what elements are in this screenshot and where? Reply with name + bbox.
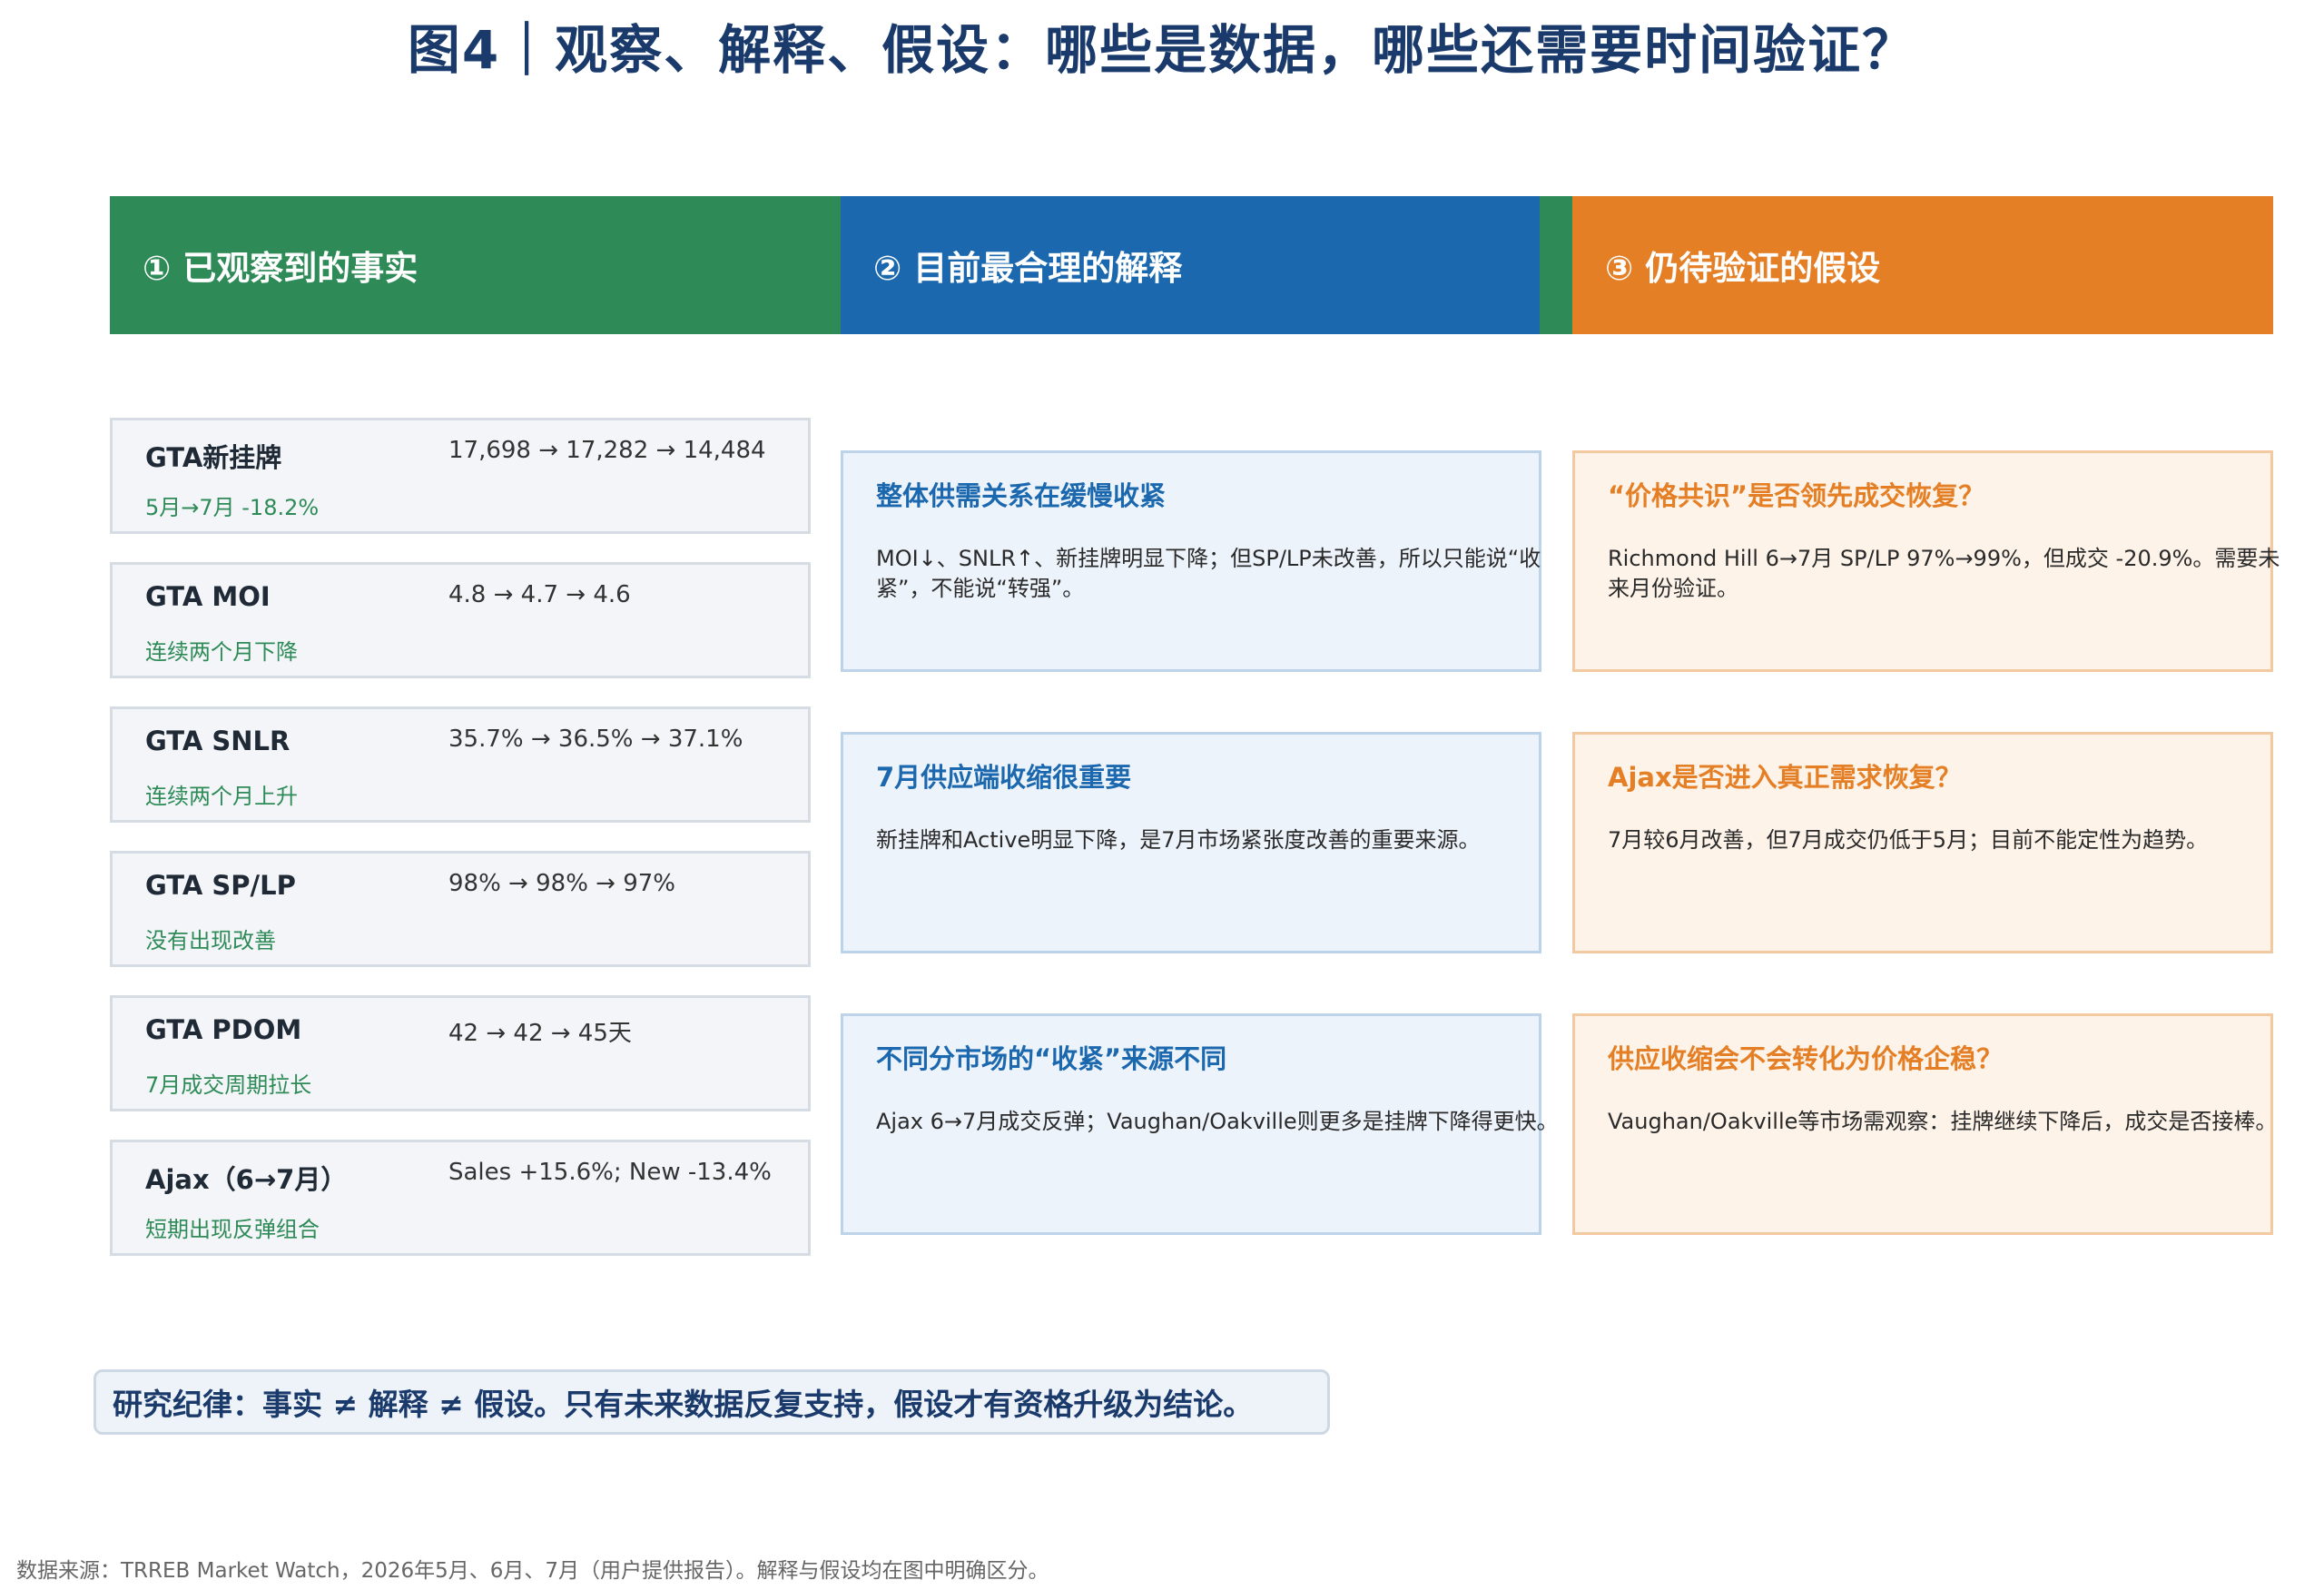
fact-card-new-listings: GTA新挂牌 17,698 → 17,282 → 14,484 5月→7月 -1… <box>110 418 811 534</box>
fact-name: GTA SP/LP <box>145 870 296 901</box>
fact-name: GTA SNLR <box>145 726 290 756</box>
fact-card-moi: GTA MOI 4.8 → 4.7 → 4.6 连续两个月下降 <box>110 562 811 678</box>
fact-values: 42 → 42 → 45天 <box>448 1020 632 1047</box>
hypothesis-body: 7月较6月改善，但7月成交仍低于5月；目前不能定性为趋势。 <box>1608 827 2209 853</box>
fact-name: GTA新挂牌 <box>145 442 282 473</box>
column-header-hypotheses: ③ 仍待验证的假设 <box>1572 196 2273 334</box>
fact-note: 7月成交周期拉长 <box>145 1072 312 1098</box>
fact-values: 17,698 → 17,282 → 14,484 <box>448 437 766 464</box>
research-discipline-note: 研究纪律：事实 ≠ 解释 ≠ 假设。只有未来数据反复支持，假设才有资格升级为结论… <box>94 1369 1330 1435</box>
fact-values: 4.8 → 4.7 → 4.6 <box>448 581 631 608</box>
fact-name: Ajax（6→7月） <box>145 1164 348 1195</box>
explanation-body: 新挂牌和Active明显下降，是7月市场紧张度改善的重要来源。 <box>876 827 1481 853</box>
hypothesis-body: Vaughan/Oakville等市场需观察：挂牌继续下降后，成交是否接棒。 <box>1608 1109 2278 1134</box>
fact-name: GTA PDOM <box>145 1014 302 1045</box>
hypothesis-card: “价格共识”是否领先成交恢复？ Richmond Hill 6→7月 SP/LP… <box>1572 450 2280 672</box>
fact-note: 短期出现反弹组合 <box>145 1217 320 1242</box>
fact-note: 连续两个月下降 <box>145 639 298 665</box>
figure-title: 图4｜观察、解释、假设：哪些是数据，哪些还需要时间验证？ <box>407 19 1917 81</box>
column-header-divider <box>1540 196 1572 334</box>
explanation-body: Ajax 6→7月成交反弹；Vaughan/Oakville则更多是挂牌下降得更… <box>876 1109 1559 1134</box>
hypothesis-body: Richmond Hill 6→7月 SP/LP 97%→99%，但成交 -20… <box>1608 546 2280 601</box>
explanation-card: 7月供应端收缩很重要 新挂牌和Active明显下降，是7月市场紧张度改善的重要来… <box>841 732 1541 953</box>
fact-name: GTA MOI <box>145 581 271 612</box>
column-header-facts: ① 已观察到的事实 <box>110 196 841 334</box>
hypothesis-card: 供应收缩会不会转化为价格企稳？ Vaughan/Oakville等市场需观察：挂… <box>1572 1013 2277 1235</box>
explanation-title: 不同分市场的“收紧”来源不同 <box>876 1043 1227 1074</box>
fact-values: Sales +15.6%; New -13.4% <box>448 1159 772 1186</box>
fact-note: 没有出现改善 <box>145 928 276 953</box>
column-header-explanations: ② 目前最合理的解释 <box>841 196 1540 334</box>
fact-card-pdom: GTA PDOM 42 → 42 → 45天 7月成交周期拉长 <box>110 995 811 1111</box>
hypothesis-card: Ajax是否进入真正需求恢复？ 7月较6月改善，但7月成交仍低于5月；目前不能定… <box>1572 732 2273 953</box>
hypothesis-title: “价格共识”是否领先成交恢复？ <box>1608 480 1985 511</box>
explanation-card: 不同分市场的“收紧”来源不同 Ajax 6→7月成交反弹；Vaughan/Oak… <box>841 1013 1559 1235</box>
hypothesis-title: 供应收缩会不会转化为价格企稳？ <box>1608 1043 2004 1074</box>
explanation-card: 整体供需关系在缓慢收紧 MOI↓、SNLR↑、新挂牌明显下降；但SP/LP未改善… <box>841 450 1541 672</box>
fact-card-splp: GTA SP/LP 98% → 98% → 97% 没有出现改善 <box>110 851 811 967</box>
fact-card-snlr: GTA SNLR 35.7% → 36.5% → 37.1% 连续两个月上升 <box>110 706 811 823</box>
source-footnote: 数据来源：TRREB Market Watch，2026年5月、6月、7月（用户… <box>16 1559 1049 1583</box>
explanation-title: 整体供需关系在缓慢收紧 <box>876 480 1167 511</box>
explanation-body: MOI↓、SNLR↑、新挂牌明显下降；但SP/LP未改善，所以只能说“收紧”，不… <box>876 546 1541 601</box>
fact-values: 98% → 98% → 97% <box>448 870 675 897</box>
fact-values: 35.7% → 36.5% → 37.1% <box>448 726 743 753</box>
fact-card-ajax: Ajax（6→7月） Sales +15.6%; New -13.4% 短期出现… <box>110 1140 811 1256</box>
explanation-title: 7月供应端收缩很重要 <box>876 762 1132 793</box>
fact-note: 连续两个月上升 <box>145 784 298 809</box>
hypothesis-title: Ajax是否进入真正需求恢复？ <box>1608 762 1962 793</box>
fact-note: 5月→7月 -18.2% <box>145 495 320 520</box>
